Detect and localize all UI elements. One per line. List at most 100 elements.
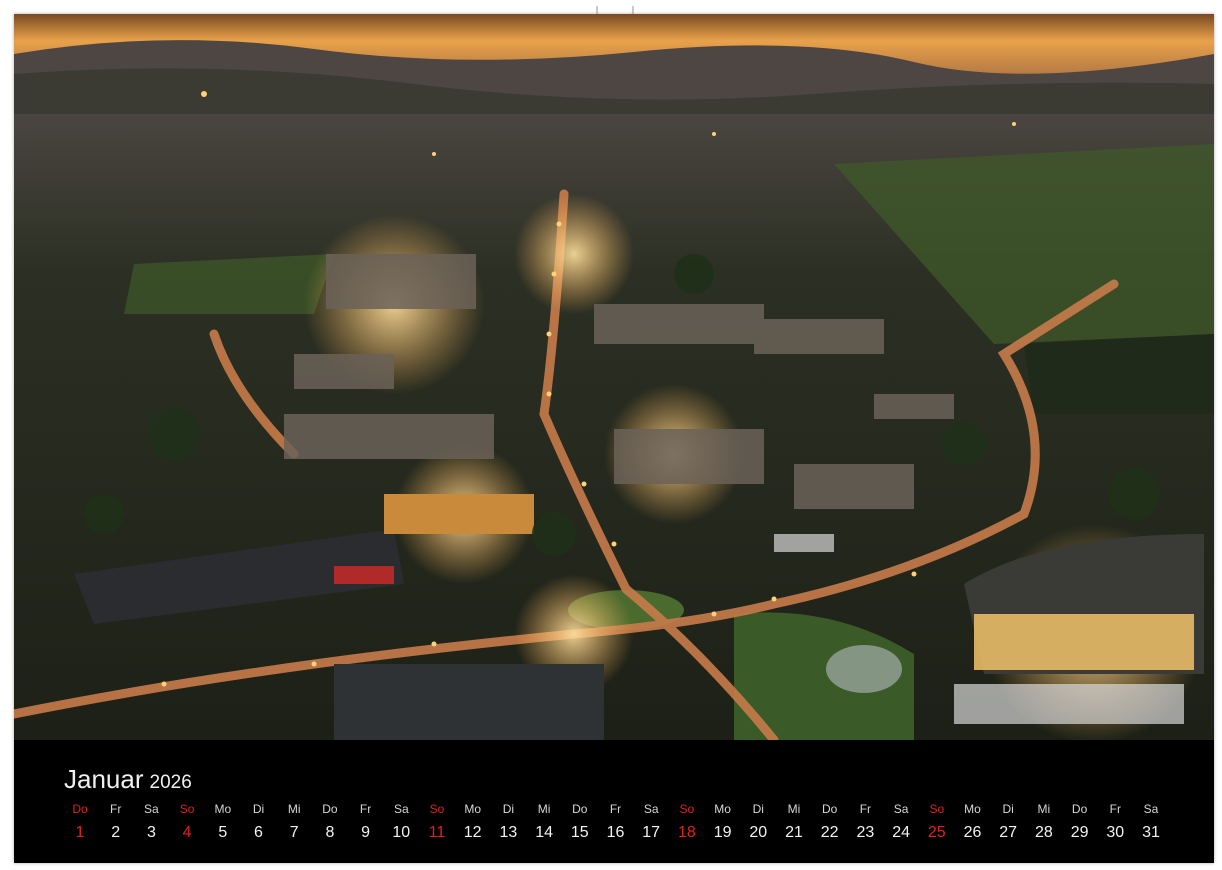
day-number: 15 [570, 824, 589, 841]
weekday-label: Sa [144, 802, 159, 816]
weekday-label: Di [752, 802, 764, 816]
weekday-label: Sa [893, 802, 909, 816]
weekday-label: Fr [110, 802, 122, 816]
day-number: 19 [713, 824, 732, 841]
day-cell: Do 29 [1062, 802, 1098, 842]
weekday-label: Sa [643, 802, 659, 816]
day-cell: Fr 30 [1097, 802, 1133, 842]
day-number: 21 [785, 824, 803, 841]
day-cell: Fr 16 [598, 802, 634, 842]
weekday-label: Fr [859, 802, 872, 816]
month-name: Januar [64, 764, 144, 794]
day-cell: Mi 14 [526, 802, 562, 842]
day-cell: Di 6 [241, 802, 277, 842]
weekday-label: Mo [214, 802, 232, 816]
day-cell: Mo 26 [955, 802, 991, 842]
day-number: 24 [892, 824, 910, 841]
day-number: 11 [428, 824, 446, 841]
day-number: 8 [325, 824, 335, 841]
day-number: 7 [289, 824, 299, 841]
day-number: 16 [606, 824, 625, 841]
calendar-strip: Januar 2026 Do 1 Fr 2 Sa 3 So 4 Mo 5 Di 6 Mi 7 Do 8 Fr 9 Sa… [14, 740, 1214, 863]
day-cell: Di 13 [490, 802, 526, 842]
day-cell: Sa 24 [883, 802, 919, 842]
day-cell: So 11 [419, 802, 455, 842]
weekday-label: Mi [537, 802, 551, 816]
weekday-label: Fr [609, 802, 622, 816]
weekday-label: Mo [964, 802, 981, 816]
day-number: 20 [749, 824, 768, 841]
day-number: 2 [111, 824, 121, 841]
day-cell: So 25 [919, 802, 955, 842]
day-number: 1 [75, 824, 85, 841]
weekday-label: Do [572, 802, 588, 816]
weekday-label: Fr [359, 802, 372, 816]
day-number: 4 [182, 824, 192, 841]
day-cell: Do 1 [62, 802, 98, 842]
day-number: 9 [361, 824, 371, 841]
day-number: 12 [463, 824, 482, 841]
day-number: 27 [999, 824, 1018, 841]
day-number: 31 [1142, 824, 1160, 841]
day-cell: Do 15 [562, 802, 598, 842]
day-cell: Di 20 [740, 802, 776, 842]
wall-calendar-page: Januar 2026 Do 1 Fr 2 Sa 3 So 4 Mo 5 Di 6 Mi 7 Do 8 Fr 9 Sa… [14, 14, 1214, 863]
month-photo [14, 14, 1214, 740]
weekday-label: So [679, 802, 695, 816]
day-cell: Sa 17 [633, 802, 669, 842]
weekday-label: Sa [393, 802, 409, 816]
weekday-label: So [429, 802, 445, 816]
day-number: 5 [218, 824, 228, 841]
day-number: 26 [963, 824, 982, 841]
weekday-label: Do [1071, 802, 1088, 816]
weekday-label: Mo [464, 802, 482, 816]
day-cell: Mo 12 [455, 802, 491, 842]
day-number: 6 [254, 824, 263, 841]
day-number: 10 [392, 824, 411, 841]
day-cell: Mi 21 [776, 802, 812, 842]
weekday-label: Sa [1143, 802, 1159, 816]
month-title: Januar 2026 [64, 764, 192, 795]
day-grid: Do 1 Fr 2 Sa 3 So 4 Mo 5 Di 6 Mi 7 Do 8 Fr 9 Sa 10 So 11 Mo 12 D… [62, 802, 1192, 852]
weekday-label: Do [72, 802, 88, 816]
weekday-label: Di [252, 802, 265, 816]
weekday-label: Di [1002, 802, 1014, 816]
aerial-town-photo [14, 14, 1214, 740]
day-number: 3 [146, 824, 156, 841]
day-number: 18 [677, 824, 696, 841]
day-number: 13 [499, 824, 518, 841]
day-cell: So 4 [169, 802, 205, 842]
day-number: 14 [535, 824, 553, 841]
weekday-label: Do [822, 802, 838, 816]
weekday-label: Fr [1109, 802, 1121, 816]
weekday-label: Mo [714, 802, 731, 816]
day-cell: Mi 7 [276, 802, 312, 842]
weekday-label: Mi [787, 802, 801, 816]
day-cell: Sa 31 [1133, 802, 1169, 842]
day-number: 17 [642, 824, 661, 841]
day-cell: Mo 5 [205, 802, 241, 842]
day-cell: Do 22 [812, 802, 848, 842]
day-cell: Mo 19 [705, 802, 741, 842]
day-number: 22 [820, 824, 839, 841]
day-cell: Di 27 [990, 802, 1026, 842]
day-cell: Sa 10 [383, 802, 419, 842]
day-number: 23 [856, 824, 875, 841]
weekday-label: So [179, 802, 195, 816]
day-cell: Fr 23 [847, 802, 883, 842]
weekday-label: Do [322, 802, 338, 816]
day-number: 29 [1070, 824, 1089, 841]
day-cell: So 18 [669, 802, 705, 842]
day-cell: Sa 3 [133, 802, 169, 842]
day-number: 25 [927, 824, 946, 841]
day-cell: Fr 9 [348, 802, 384, 842]
day-number: 30 [1106, 824, 1125, 841]
weekday-label: So [929, 802, 945, 816]
weekday-label: Mi [287, 802, 301, 816]
day-cell: Mi 28 [1026, 802, 1062, 842]
weekday-label: Di [502, 802, 515, 816]
weekday-label: Mi [1037, 802, 1051, 816]
year-label: 2026 [149, 772, 192, 793]
day-number: 28 [1034, 824, 1053, 841]
day-cell: Do 8 [312, 802, 348, 842]
